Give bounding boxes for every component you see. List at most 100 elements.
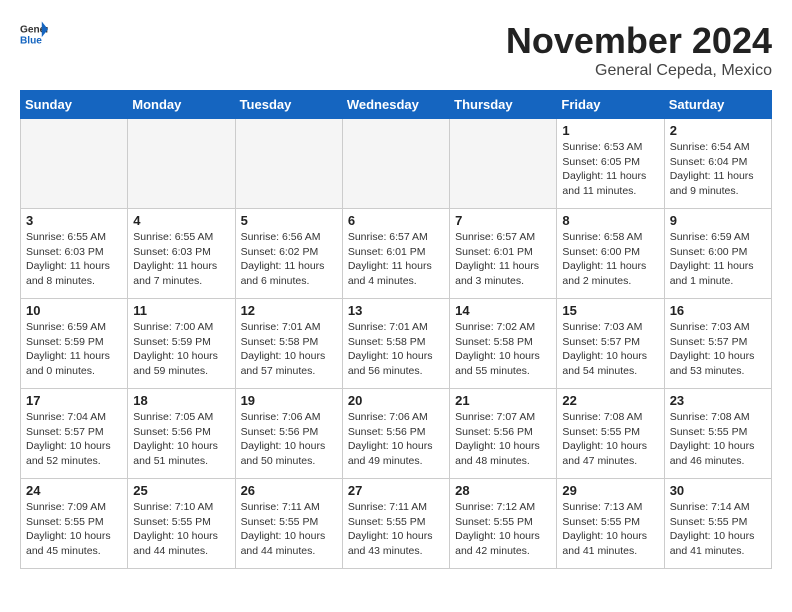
day-info: Sunrise: 7:06 AM Sunset: 5:56 PM Dayligh…: [348, 410, 444, 469]
day-number: 19: [241, 393, 337, 408]
calendar-cell: 28 Sunrise: 7:12 AM Sunset: 5:55 PM Dayli…: [450, 479, 557, 569]
day-info: Sunrise: 7:11 AM Sunset: 5:55 PM Dayligh…: [348, 500, 444, 559]
day-info: Sunrise: 7:08 AM Sunset: 5:55 PM Dayligh…: [562, 410, 658, 469]
calendar-cell: [21, 119, 128, 209]
calendar-cell: 17Sunrise: 7:04 AM Sunset: 5:57 PM Dayli…: [21, 389, 128, 479]
weekday-header-sunday: Sunday: [21, 91, 128, 119]
day-number: 18: [133, 393, 229, 408]
day-number: 20: [348, 393, 444, 408]
day-info: Sunrise: 6:58 AM Sunset: 6:00 PM Dayligh…: [562, 230, 658, 289]
weekday-header-saturday: Saturday: [664, 91, 771, 119]
weekday-header-wednesday: Wednesday: [342, 91, 449, 119]
day-info: Sunrise: 7:14 AM Sunset: 5:55 PM Dayligh…: [670, 500, 766, 559]
calendar-cell: 25 Sunrise: 7:10 AM Sunset: 5:55 PM Dayli…: [128, 479, 235, 569]
weekday-header-friday: Friday: [557, 91, 664, 119]
calendar-cell: 27 Sunrise: 7:11 AM Sunset: 5:55 PM Dayli…: [342, 479, 449, 569]
day-info: Sunrise: 6:59 AM Sunset: 5:59 PM Dayligh…: [26, 320, 122, 379]
calendar-cell: 18Sunrise: 7:05 AM Sunset: 5:56 PM Dayli…: [128, 389, 235, 479]
calendar-subtitle: General Cepeda, Mexico: [506, 62, 772, 80]
day-number: 16: [670, 303, 766, 318]
day-number: 3: [26, 213, 122, 228]
day-number: 30: [670, 483, 766, 498]
calendar-week-row: 1 Sunrise: 6:53 AM Sunset: 6:05 PM Daylig…: [21, 119, 772, 209]
logo-icon: General Blue: [20, 20, 48, 48]
day-number: 26: [241, 483, 337, 498]
day-info: Sunrise: 7:10 AM Sunset: 5:55 PM Dayligh…: [133, 500, 229, 559]
calendar-cell: 15 Sunrise: 7:03 AM Sunset: 5:57 PM Dayli…: [557, 299, 664, 389]
calendar-cell: 16 Sunrise: 7:03 AM Sunset: 5:57 PM Dayli…: [664, 299, 771, 389]
calendar-cell: 26Sunrise: 7:11 AM Sunset: 5:55 PM Dayli…: [235, 479, 342, 569]
day-info: Sunrise: 6:57 AM Sunset: 6:01 PM Dayligh…: [348, 230, 444, 289]
day-number: 22: [562, 393, 658, 408]
calendar-week-row: 17Sunrise: 7:04 AM Sunset: 5:57 PM Dayli…: [21, 389, 772, 479]
day-info: Sunrise: 7:09 AM Sunset: 5:55 PM Dayligh…: [26, 500, 122, 559]
day-info: Sunrise: 6:55 AM Sunset: 6:03 PM Dayligh…: [26, 230, 122, 289]
calendar-cell: 24 Sunrise: 7:09 AM Sunset: 5:55 PM Dayli…: [21, 479, 128, 569]
day-info: Sunrise: 7:01 AM Sunset: 5:58 PM Dayligh…: [241, 320, 337, 379]
day-info: Sunrise: 7:07 AM Sunset: 5:56 PM Dayligh…: [455, 410, 551, 469]
day-number: 13: [348, 303, 444, 318]
page-header: General Blue November 2024 General Ceped…: [20, 20, 772, 80]
calendar-cell: [450, 119, 557, 209]
calendar-cell: 30 Sunrise: 7:14 AM Sunset: 5:55 PM Dayli…: [664, 479, 771, 569]
calendar-cell: 6 Sunrise: 6:57 AM Sunset: 6:01 PM Daylig…: [342, 209, 449, 299]
day-number: 4: [133, 213, 229, 228]
calendar-cell: 20 Sunrise: 7:06 AM Sunset: 5:56 PM Dayli…: [342, 389, 449, 479]
day-info: Sunrise: 7:01 AM Sunset: 5:58 PM Dayligh…: [348, 320, 444, 379]
calendar-cell: [128, 119, 235, 209]
weekday-header-monday: Monday: [128, 91, 235, 119]
weekday-header-row: SundayMondayTuesdayWednesdayThursdayFrid…: [21, 91, 772, 119]
calendar-cell: 5 Sunrise: 6:56 AM Sunset: 6:02 PM Daylig…: [235, 209, 342, 299]
day-info: Sunrise: 7:12 AM Sunset: 5:55 PM Dayligh…: [455, 500, 551, 559]
calendar-cell: 23Sunrise: 7:08 AM Sunset: 5:55 PM Dayli…: [664, 389, 771, 479]
calendar-cell: 12 Sunrise: 7:01 AM Sunset: 5:58 PM Dayli…: [235, 299, 342, 389]
day-number: 9: [670, 213, 766, 228]
day-info: Sunrise: 6:59 AM Sunset: 6:00 PM Dayligh…: [670, 230, 766, 289]
day-info: Sunrise: 7:03 AM Sunset: 5:57 PM Dayligh…: [562, 320, 658, 379]
calendar-table: SundayMondayTuesdayWednesdayThursdayFrid…: [20, 90, 772, 569]
day-number: 1: [562, 123, 658, 138]
calendar-week-row: 24 Sunrise: 7:09 AM Sunset: 5:55 PM Dayli…: [21, 479, 772, 569]
svg-text:Blue: Blue: [20, 35, 42, 46]
calendar-week-row: 3 Sunrise: 6:55 AM Sunset: 6:03 PM Daylig…: [21, 209, 772, 299]
day-info: Sunrise: 7:03 AM Sunset: 5:57 PM Dayligh…: [670, 320, 766, 379]
day-info: Sunrise: 6:53 AM Sunset: 6:05 PM Dayligh…: [562, 140, 658, 199]
calendar-cell: 14Sunrise: 7:02 AM Sunset: 5:58 PM Dayli…: [450, 299, 557, 389]
day-info: Sunrise: 7:06 AM Sunset: 5:56 PM Dayligh…: [241, 410, 337, 469]
day-number: 12: [241, 303, 337, 318]
day-number: 6: [348, 213, 444, 228]
calendar-cell: 1 Sunrise: 6:53 AM Sunset: 6:05 PM Daylig…: [557, 119, 664, 209]
calendar-cell: 13 Sunrise: 7:01 AM Sunset: 5:58 PM Dayli…: [342, 299, 449, 389]
calendar-cell: 22 Sunrise: 7:08 AM Sunset: 5:55 PM Dayli…: [557, 389, 664, 479]
calendar-cell: 2Sunrise: 6:54 AM Sunset: 6:04 PM Daylig…: [664, 119, 771, 209]
calendar-cell: 8Sunrise: 6:58 AM Sunset: 6:00 PM Daylig…: [557, 209, 664, 299]
day-number: 7: [455, 213, 551, 228]
day-info: Sunrise: 6:57 AM Sunset: 6:01 PM Dayligh…: [455, 230, 551, 289]
calendar-cell: 9 Sunrise: 6:59 AM Sunset: 6:00 PM Daylig…: [664, 209, 771, 299]
calendar-cell: 11Sunrise: 7:00 AM Sunset: 5:59 PM Dayli…: [128, 299, 235, 389]
day-number: 10: [26, 303, 122, 318]
day-number: 15: [562, 303, 658, 318]
calendar-cell: [342, 119, 449, 209]
calendar-cell: 4 Sunrise: 6:55 AM Sunset: 6:03 PM Daylig…: [128, 209, 235, 299]
calendar-cell: [235, 119, 342, 209]
day-number: 2: [670, 123, 766, 138]
day-info: Sunrise: 6:56 AM Sunset: 6:02 PM Dayligh…: [241, 230, 337, 289]
weekday-header-thursday: Thursday: [450, 91, 557, 119]
calendar-cell: 21 Sunrise: 7:07 AM Sunset: 5:56 PM Dayli…: [450, 389, 557, 479]
day-info: Sunrise: 7:02 AM Sunset: 5:58 PM Dayligh…: [455, 320, 551, 379]
day-number: 25: [133, 483, 229, 498]
title-area: November 2024 General Cepeda, Mexico: [506, 20, 772, 80]
day-number: 21: [455, 393, 551, 408]
day-number: 5: [241, 213, 337, 228]
day-number: 28: [455, 483, 551, 498]
day-info: Sunrise: 6:55 AM Sunset: 6:03 PM Dayligh…: [133, 230, 229, 289]
day-number: 24: [26, 483, 122, 498]
day-number: 27: [348, 483, 444, 498]
weekday-header-tuesday: Tuesday: [235, 91, 342, 119]
day-info: Sunrise: 7:13 AM Sunset: 5:55 PM Dayligh…: [562, 500, 658, 559]
day-info: Sunrise: 7:04 AM Sunset: 5:57 PM Dayligh…: [26, 410, 122, 469]
day-number: 29: [562, 483, 658, 498]
calendar-cell: 3 Sunrise: 6:55 AM Sunset: 6:03 PM Daylig…: [21, 209, 128, 299]
day-number: 23: [670, 393, 766, 408]
